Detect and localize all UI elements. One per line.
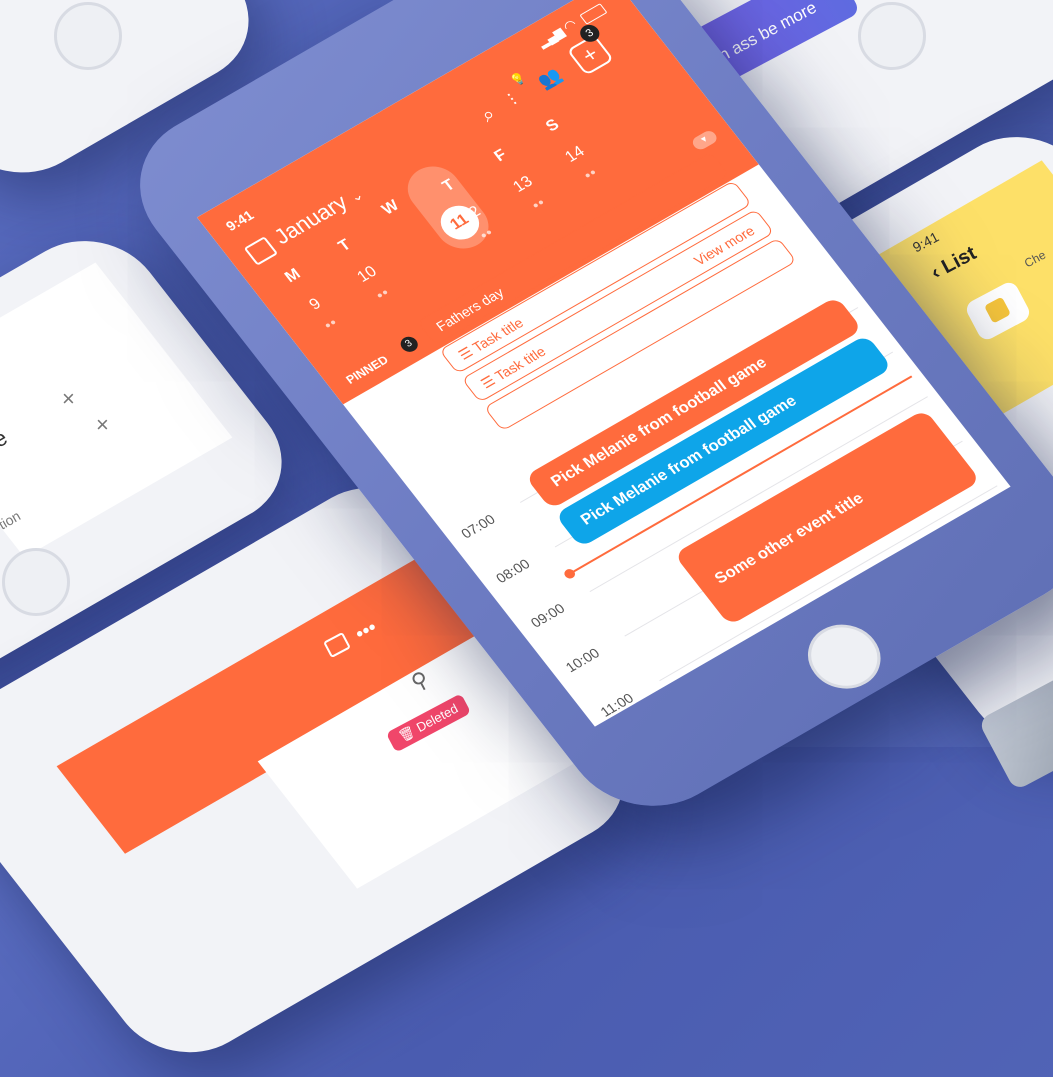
pinned-label: PINNED bbox=[343, 352, 392, 387]
collapse-toggle[interactable]: ▾ bbox=[689, 128, 720, 152]
bulb-icon: 💡 bbox=[507, 69, 530, 89]
filter-icon[interactable]: ⫶ bbox=[504, 91, 521, 110]
battery-icon bbox=[579, 3, 608, 25]
people-icon[interactable]: 👥 bbox=[534, 65, 566, 93]
day-column[interactable]: T 10 bbox=[322, 229, 395, 299]
day-letter: M bbox=[281, 265, 304, 286]
day-letter: F bbox=[491, 146, 511, 165]
event-dot bbox=[376, 292, 383, 299]
day-column[interactable]: F 13 bbox=[478, 139, 551, 209]
day-column[interactable]: W bbox=[368, 191, 414, 225]
event-dot bbox=[330, 319, 337, 326]
status-time: 9:41 bbox=[222, 207, 257, 234]
home-button bbox=[2, 548, 70, 616]
time-label: 08:00 bbox=[492, 555, 533, 586]
chevron-down-icon: ⌄ bbox=[346, 186, 367, 206]
day-column[interactable]: S 14 bbox=[530, 109, 603, 179]
home-button[interactable] bbox=[793, 612, 895, 701]
signal-icon: ▂▄▆ bbox=[534, 25, 567, 50]
close-icon[interactable]: × bbox=[62, 386, 75, 412]
day-letter: T bbox=[335, 236, 355, 255]
time-label: 10:00 bbox=[562, 644, 603, 676]
pinned-count: 3 bbox=[403, 338, 415, 350]
event-dot bbox=[532, 202, 539, 209]
event-dot bbox=[589, 169, 596, 176]
day-column[interactable]: M9 bbox=[270, 259, 343, 329]
home-button bbox=[54, 2, 122, 70]
home-button bbox=[858, 2, 926, 70]
event-dot bbox=[584, 172, 591, 179]
event-dot bbox=[382, 289, 389, 296]
day-number: 9 bbox=[306, 295, 325, 314]
time-label: 11:00 bbox=[597, 689, 637, 720]
day-letter: S bbox=[542, 116, 563, 136]
plus-icon: + bbox=[576, 41, 604, 68]
calendar-icon[interactable] bbox=[243, 236, 279, 266]
time-label: 07:00 bbox=[457, 511, 499, 542]
day-number: 13 bbox=[510, 173, 537, 196]
event-dot bbox=[324, 322, 331, 329]
day-letter: W bbox=[378, 197, 403, 219]
time-label: 09:00 bbox=[527, 600, 568, 631]
day-number: 14 bbox=[562, 143, 589, 166]
notification-count: 3 bbox=[583, 27, 597, 40]
day-number: 10 bbox=[354, 263, 381, 286]
close-icon[interactable]: × bbox=[96, 412, 109, 438]
trash-icon: 🗑 bbox=[396, 723, 418, 745]
pinned-count-badge: 3 bbox=[397, 333, 422, 355]
search-icon[interactable]: ⌕ bbox=[477, 103, 501, 127]
event-dot bbox=[537, 199, 544, 206]
